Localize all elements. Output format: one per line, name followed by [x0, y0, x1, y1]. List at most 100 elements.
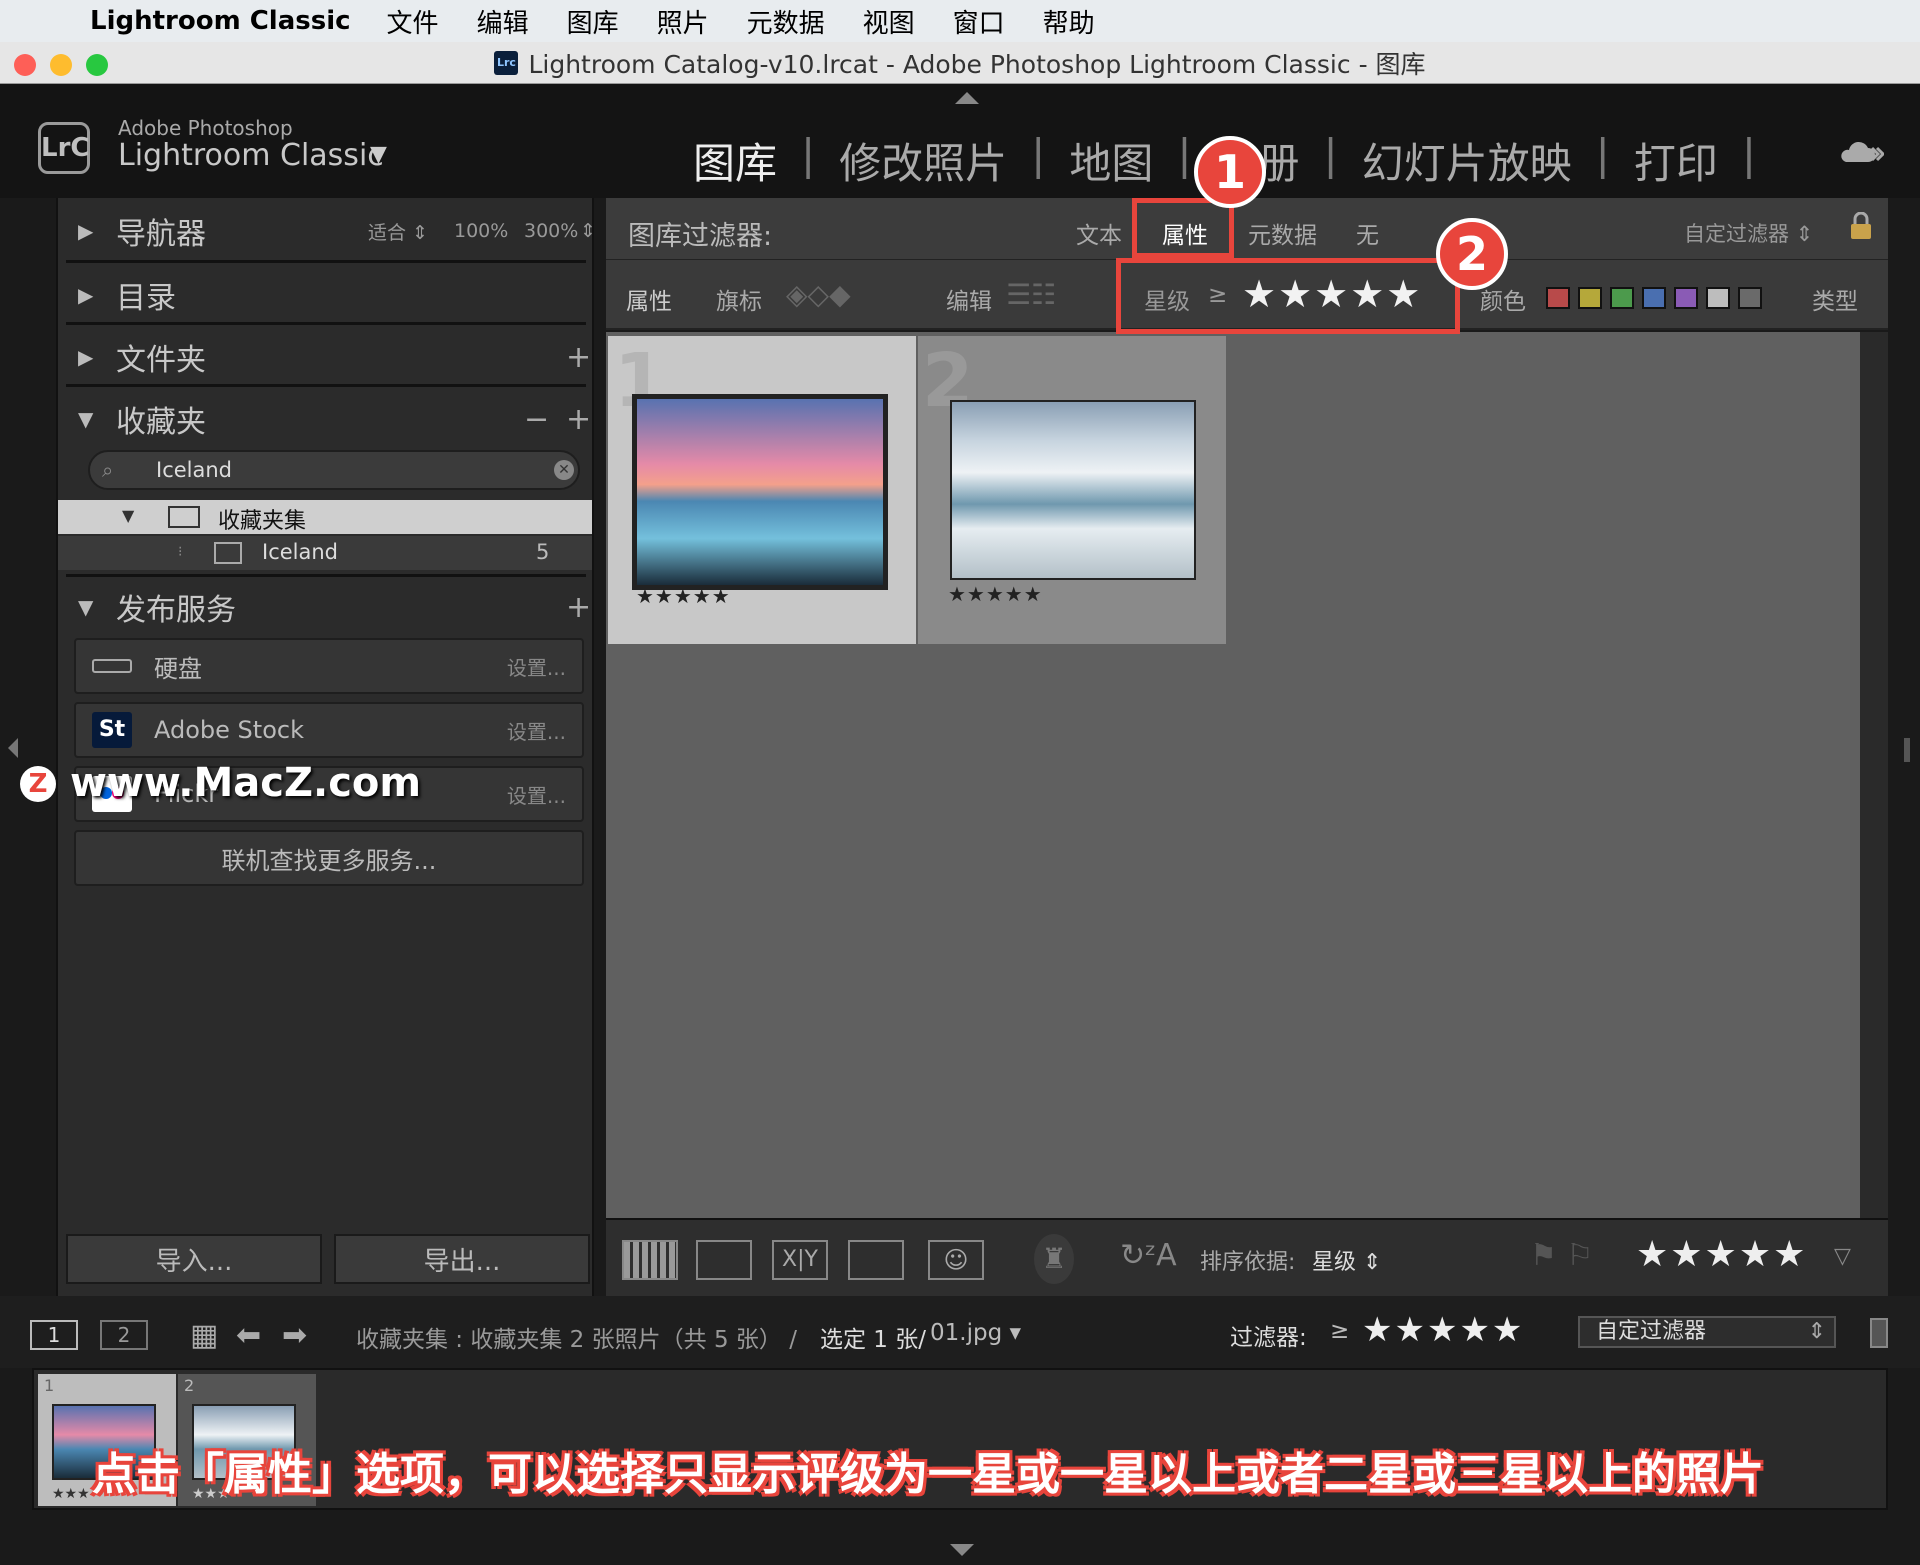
zoom-window-button[interactable] [86, 54, 108, 76]
loupe-view-icon[interactable] [696, 1240, 752, 1280]
main-screen-button[interactable]: 1 [30, 1320, 78, 1350]
add-publish-icon[interactable]: + [566, 590, 591, 625]
edit-status-icons[interactable]: ☰☷ [1006, 278, 1056, 311]
collection-search-input[interactable]: ⌕ Iceland ✕ [88, 450, 580, 490]
sort-select[interactable]: 星级 ⇕ [1312, 1244, 1381, 1276]
service-adobe-stock[interactable]: St Adobe Stock 设置... [74, 702, 584, 758]
people-view-icon[interactable]: ☺ [928, 1240, 984, 1280]
expand-triangle-icon[interactable]: ▼ [122, 506, 134, 525]
remove-collection-icon[interactable]: − [524, 402, 549, 437]
grid-view-icon[interactable] [622, 1240, 678, 1280]
cell-rating[interactable]: ★★★★★ [636, 584, 731, 608]
nav-zoom-arrow-icon[interactable]: ⇕ [580, 220, 596, 242]
collections-header[interactable]: ▼ 收藏夹 − + [78, 394, 598, 444]
close-window-button[interactable] [14, 54, 36, 76]
menu-edit[interactable]: 编辑 [477, 3, 529, 40]
type-label: 类型 [1812, 289, 1858, 315]
collapse-left-arrow-icon[interactable] [8, 738, 18, 758]
module-map[interactable]: 地图 [1069, 130, 1153, 191]
painter-spray-icon[interactable]: ♜ [1034, 1234, 1074, 1284]
collection-set-icon [168, 506, 200, 528]
menu-photo[interactable]: 照片 [657, 3, 709, 40]
compare-view-icon[interactable]: X|Y [772, 1240, 828, 1280]
grid-cell[interactable]: 2 ★★★★★ [918, 336, 1226, 644]
color-swatch-blue[interactable] [1642, 287, 1666, 309]
export-button[interactable]: 导出... [334, 1234, 590, 1284]
back-arrow-icon[interactable]: ⬅ [236, 1318, 261, 1353]
find-more-services-button[interactable]: 联机查找更多服务... [74, 830, 584, 886]
flag-buttons-icon[interactable]: ⚑ ⚐ [1530, 1238, 1593, 1273]
menu-help[interactable]: 帮助 [1043, 3, 1095, 40]
color-swatch-green[interactable] [1610, 287, 1634, 309]
photo-thumb-waterfall[interactable] [950, 400, 1196, 580]
selected-file[interactable]: 01.jpg ▾ [930, 1320, 1021, 1346]
filter-tab-text[interactable]: 文本 [1076, 216, 1122, 250]
toolbar-menu-chevron-icon[interactable]: ▽ [1834, 1244, 1851, 1269]
second-screen-button[interactable]: 2 [100, 1320, 148, 1350]
photo-thumb-glacier[interactable] [632, 394, 888, 590]
filter-lock-switch[interactable] [1870, 1318, 1888, 1348]
forward-arrow-icon[interactable]: ➡ [282, 1318, 307, 1353]
toolbar-rating-stars[interactable]: ★★★★★ [1636, 1234, 1807, 1275]
custom-filter-select[interactable]: 自定过滤器 ⇕ [1684, 218, 1813, 248]
color-swatch-yellow[interactable] [1578, 287, 1602, 309]
dropdown-arrow-icon: ⇕ [1807, 1319, 1826, 1344]
add-collection-icon[interactable]: + [566, 402, 591, 437]
collapse-bottom-arrow-icon[interactable] [950, 1544, 974, 1556]
collection-set-row[interactable]: ▼ 收藏夹集 [58, 500, 592, 534]
filter-tab-none[interactable]: 无 [1356, 216, 1379, 250]
sort-direction-icon[interactable]: ↻ᶻA [1120, 1238, 1177, 1273]
menu-metadata[interactable]: 元数据 [747, 3, 825, 40]
service-harddisk[interactable]: 硬盘 设置... [74, 638, 584, 694]
module-develop[interactable]: 修改照片 [839, 130, 1007, 191]
left-panel: ▶ 导航器 适合 ⇕ 100% 300% ⇕ ▶ 目录 ▶ 文件夹 + ▼ 收藏… [56, 198, 596, 1296]
grid-cell-selected[interactable]: 1 ★★★★★ [608, 336, 916, 644]
navigator-header[interactable]: ▶ 导航器 适合 ⇕ 100% 300% ⇕ [78, 206, 598, 256]
clear-search-icon[interactable]: ✕ [554, 460, 574, 480]
module-print[interactable]: 打印 [1634, 130, 1718, 191]
collection-row[interactable]: ⁝ Iceland 5 [58, 536, 592, 570]
nav-zoom-300[interactable]: 300% [524, 220, 578, 242]
menu-app-name[interactable]: Lightroom Classic [90, 6, 351, 36]
divider [66, 322, 586, 325]
survey-view-icon[interactable] [848, 1240, 904, 1280]
grid-mode-icon[interactable]: ▦ [190, 1318, 218, 1353]
color-swatch-purple[interactable] [1674, 287, 1698, 309]
cell-rating[interactable]: ★★★★★ [948, 582, 1043, 606]
catalog-header[interactable]: ▶ 目录 [78, 270, 176, 320]
collapse-top-arrow-icon[interactable] [955, 92, 979, 104]
cloud-sync-icon[interactable] [1838, 138, 1886, 168]
highlight-rating-filter [1116, 258, 1460, 334]
flag-pick-icons[interactable]: ◈◇◆ [786, 278, 851, 311]
filter-tab-metadata[interactable]: 元数据 [1248, 216, 1317, 250]
module-library[interactable]: 图库 [693, 130, 777, 191]
right-panel-handle-icon[interactable] [1904, 738, 1910, 762]
publish-header[interactable]: ▼ 发布服务 + [78, 582, 598, 632]
lock-icon[interactable] [1850, 211, 1872, 240]
service-setup-button[interactable]: 设置... [507, 652, 566, 681]
menu-file[interactable]: 文件 [387, 3, 439, 40]
identity-dropdown-icon[interactable]: ▼ [370, 142, 387, 167]
color-swatch-red[interactable] [1546, 287, 1570, 309]
color-swatch-custom[interactable] [1706, 287, 1730, 309]
source-path[interactable]: 收藏夹集 : 收藏夹集 2 张照片（共 5 张） / [356, 1320, 797, 1354]
custom-filter-dropdown[interactable]: 自定过滤器 ⇕ [1578, 1316, 1836, 1348]
service-setup-button[interactable]: 设置... [507, 716, 566, 745]
grid-scrollbar[interactable] [1860, 332, 1888, 1218]
nav-fit[interactable]: 适合 ⇕ [368, 218, 428, 245]
identity-line2[interactable]: Lightroom Classic [118, 138, 384, 173]
service-setup-button[interactable]: 设置... [507, 780, 566, 809]
filter-operator[interactable]: ≥ [1330, 1318, 1349, 1344]
folders-header[interactable]: ▶ 文件夹 + [78, 332, 598, 382]
menu-view[interactable]: 视图 [863, 3, 915, 40]
module-slideshow[interactable]: 幻灯片放映 [1362, 130, 1572, 191]
import-button[interactable]: 导入... [66, 1234, 322, 1284]
add-folder-icon[interactable]: + [566, 340, 591, 375]
step-badge-1: 1 [1194, 136, 1266, 208]
minimize-window-button[interactable] [50, 54, 72, 76]
menu-library[interactable]: 图库 [567, 3, 619, 40]
nav-zoom-100[interactable]: 100% [454, 220, 508, 242]
menu-window[interactable]: 窗口 [953, 3, 1005, 40]
filter-stars[interactable]: ★★★★★ [1362, 1310, 1524, 1350]
color-swatch-none[interactable] [1738, 287, 1762, 309]
